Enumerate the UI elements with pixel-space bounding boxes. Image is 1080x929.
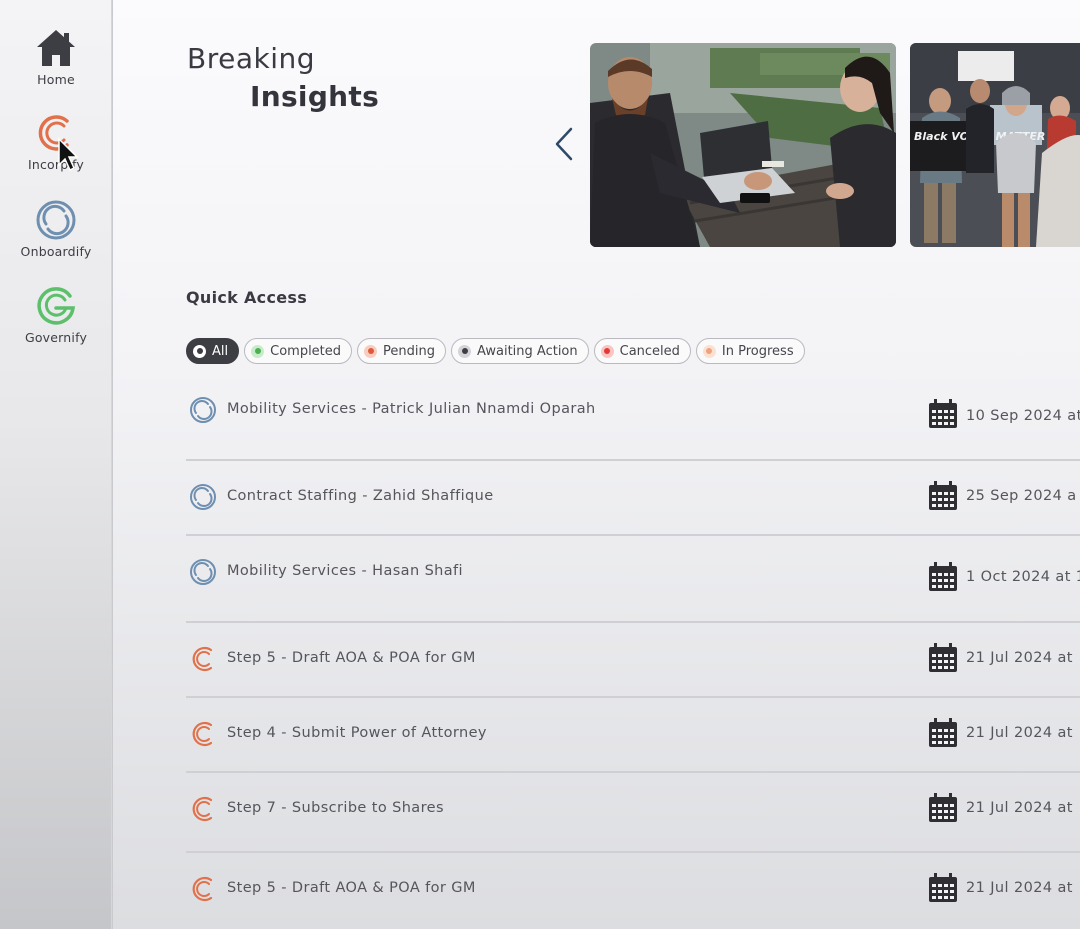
onboardify-icon <box>190 559 216 585</box>
filter-chip-completed[interactable]: Completed <box>244 338 353 364</box>
sidebar-item-label: Governify <box>24 330 88 345</box>
chevron-left-icon <box>555 127 573 161</box>
filter-chip-awaiting-action[interactable]: Awaiting Action <box>451 338 589 364</box>
list-item-title: Step 5 - Draft AOA & POA for GM <box>227 650 476 666</box>
list-item-title: Contract Staffing - Zahid Shaffique <box>227 488 494 504</box>
onboardify-icon <box>190 484 216 510</box>
list-item-date: 21 Jul 2024 at <box>966 800 1073 816</box>
incorpify-icon <box>192 796 213 822</box>
carousel-prev-button[interactable] <box>549 124 579 164</box>
list-item[interactable]: Step 4 - Submit Power of Attorney 21 Jul… <box>186 698 1080 771</box>
list-item-date: 1 Oct 2024 at 1 <box>966 569 1080 585</box>
filter-status-dot-icon <box>702 344 716 358</box>
filter-chip-in-progress[interactable]: In Progress <box>695 338 805 364</box>
incorpify-icon <box>192 646 213 672</box>
sidebar-item-home[interactable]: Home <box>0 26 112 87</box>
list-item-title: Mobility Services - Hasan Shafi <box>227 563 463 579</box>
list-item[interactable]: Step 5 - Draft AOA & POA for GM 21 Jul 2… <box>186 853 1080 923</box>
list-item-date: 21 Jul 2024 at <box>966 725 1073 741</box>
list-item-title: Step 5 - Draft AOA & POA for GM <box>227 880 476 896</box>
calendar-icon <box>929 718 957 747</box>
list-item-title: Step 7 - Subscribe to Shares <box>227 800 444 816</box>
calendar-icon <box>929 793 957 822</box>
sidebar-item-label: Onboardify <box>20 244 92 259</box>
list-item-title: Mobility Services - Patrick Julian Nnamd… <box>227 401 596 417</box>
page-title-line2: Insights <box>250 80 380 113</box>
list-item[interactable]: Step 7 - Subscribe to Shares 21 Jul 2024… <box>186 773 1080 851</box>
filter-chip-all[interactable]: All <box>186 338 240 364</box>
filter-status-dot-icon <box>364 344 378 358</box>
page-title-line1: Breaking <box>187 42 316 75</box>
mouse-cursor-icon <box>58 137 79 172</box>
filter-status-dot-icon <box>458 344 471 358</box>
governify-icon <box>34 284 78 328</box>
incorpify-icon <box>192 721 213 747</box>
filter-status-dot-icon <box>251 344 265 358</box>
list-item[interactable]: Mobility Services - Hasan Shafi 1 Oct 20… <box>186 536 1080 621</box>
filter-chip-label: Awaiting Action <box>477 343 578 359</box>
sidebar-item-label: Home <box>37 72 75 87</box>
main-content: Breaking Insights Black Quick Access All… <box>113 0 1080 929</box>
list-item[interactable]: Mobility Services - Patrick Julian Nnamd… <box>186 383 1080 459</box>
filter-chip-canceled[interactable]: Canceled <box>593 338 691 364</box>
sidebar-item-onboardify[interactable]: Onboardify <box>0 198 112 259</box>
home-icon <box>34 26 78 70</box>
calendar-icon <box>929 562 957 591</box>
filter-chip-label: Completed <box>270 343 342 359</box>
filter-chip-pending[interactable]: Pending <box>357 338 446 364</box>
list-item-title: Step 4 - Submit Power of Attorney <box>227 725 487 741</box>
sidebar-item-incorpify[interactable]: Incorpify <box>0 111 112 172</box>
carousel-image-business-meeting[interactable] <box>590 43 896 247</box>
list-item-date: 21 Jul 2024 at <box>966 650 1073 666</box>
calendar-icon <box>929 399 957 428</box>
sidebar-item-governify[interactable]: Governify <box>0 284 112 345</box>
list-item[interactable]: Contract Staffing - Zahid Shaffique 25 S… <box>186 461 1080 534</box>
calendar-icon <box>929 643 957 672</box>
filter-chip-label: In Progress <box>721 343 794 359</box>
calendar-icon <box>929 873 957 902</box>
sidebar: Home Incorpify Onboardify Governify <box>0 0 112 929</box>
carousel-image-protest[interactable]: Black VOTES MATTER <box>910 43 1080 247</box>
list-item[interactable]: Step 5 - Draft AOA & POA for GM 21 Jul 2… <box>186 623 1080 696</box>
filter-chip-label: Canceled <box>619 343 680 359</box>
list-item-date: 25 Sep 2024 a <box>966 488 1077 504</box>
onboardify-icon <box>34 198 78 242</box>
filter-status-dot-icon <box>193 344 206 358</box>
filter-chip-label: All <box>212 343 229 359</box>
filter-status-dot-icon <box>600 344 614 358</box>
status-filter-bar: All Completed Pending Awaiting Action Ca… <box>186 338 805 364</box>
filter-chip-label: Pending <box>383 343 435 359</box>
list-item-date: 21 Jul 2024 at <box>966 880 1073 896</box>
calendar-icon <box>929 481 957 510</box>
onboardify-icon <box>190 397 216 423</box>
incorpify-icon <box>192 876 213 902</box>
list-item-date: 10 Sep 2024 at <box>966 408 1080 424</box>
quick-access-title: Quick Access <box>186 288 308 307</box>
